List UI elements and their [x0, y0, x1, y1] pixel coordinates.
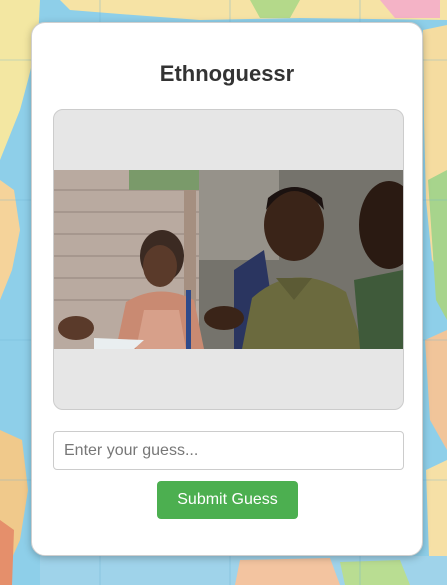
media-frame: [53, 109, 404, 410]
game-card: Ethnoguessr Enter your guess... Submit G…: [31, 22, 423, 556]
guess-input[interactable]: [53, 431, 404, 470]
clue-image: [54, 170, 403, 349]
page-title: Ethnoguessr: [159, 61, 295, 86]
submit-guess-button[interactable]: Submit Guess: [157, 481, 298, 519]
